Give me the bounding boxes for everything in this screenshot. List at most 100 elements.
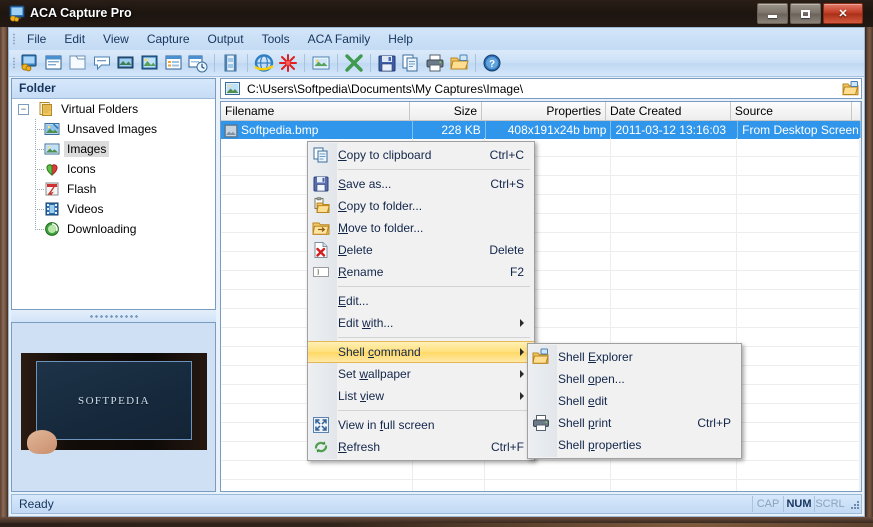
copy-icon[interactable]	[400, 52, 422, 74]
menu-item-set-wallpaper[interactable]: Set wallpaper	[308, 363, 534, 385]
column-header-filename[interactable]: Filename	[221, 102, 410, 120]
submenu-item-shell-edit[interactable]: Shell edit	[528, 390, 741, 412]
empty-cell	[737, 461, 860, 479]
softpedia-thumbnail[interactable]: SOFTPEDIA	[21, 353, 207, 454]
status-indicator-cap: CAP	[752, 496, 783, 512]
menu-item-edit[interactable]: Edit...	[308, 290, 534, 312]
empty-cell	[859, 328, 861, 346]
sidebar-item-images[interactable]: Images	[12, 139, 215, 159]
capture-region-icon[interactable]	[115, 52, 137, 74]
submenu-item-shell-print[interactable]: Shell print Ctrl+P	[528, 412, 741, 434]
menu-item-list-view[interactable]: List view	[308, 385, 534, 407]
menu-item-shell-command[interactable]: Shell command	[308, 341, 534, 363]
title-bar[interactable]: ACA Capture Pro ✕	[0, 0, 873, 27]
empty-cell	[737, 328, 860, 346]
empty-cell	[611, 214, 738, 232]
sidebar-item-unsaved-images[interactable]: Unsaved Images	[12, 119, 215, 139]
image-viewer-icon[interactable]	[310, 52, 332, 74]
empty-cell	[859, 442, 861, 460]
toolbar-separator	[370, 54, 371, 72]
menu-output[interactable]: Output	[199, 29, 253, 49]
menu-view[interactable]: View	[94, 29, 138, 49]
copy-to-folder-icon	[312, 197, 330, 215]
help-icon[interactable]: ?	[481, 52, 503, 74]
empty-cell	[221, 461, 413, 479]
print-icon[interactable]	[424, 52, 446, 74]
empty-cell	[737, 176, 860, 194]
menu-aca-family[interactable]: ACA Family	[299, 29, 380, 49]
window-frame-left	[0, 0, 8, 523]
folder-tree-panel: Folder − Virtual Folders Unsaved Images …	[11, 78, 216, 310]
empty-cell	[859, 233, 861, 251]
capture-flash-icon[interactable]	[277, 52, 299, 74]
empty-cell	[859, 271, 861, 289]
submenu-item-label: Shell open...	[558, 372, 625, 386]
menu-file[interactable]: File	[18, 29, 55, 49]
unsaved-images-icon	[44, 121, 60, 137]
downloading-icon	[44, 221, 60, 237]
menu-edit[interactable]: Edit	[55, 29, 94, 49]
capture-screen-icon[interactable]	[19, 52, 41, 74]
menu-item-refresh[interactable]: Refresh Ctrl+F	[308, 436, 534, 458]
table-row[interactable]: Softpedia.bmp 228 KB 408x191x24b bmp 201…	[221, 121, 861, 139]
sidebar-item-downloading[interactable]: Downloading	[12, 219, 215, 239]
status-message: Ready	[19, 497, 54, 511]
tree-connector	[30, 199, 44, 219]
capture-menu-icon[interactable]	[163, 52, 185, 74]
maximize-button[interactable]	[790, 3, 821, 24]
menu-item-rename[interactable]: I Rename F2	[308, 261, 534, 283]
submenu-item-shell-explorer[interactable]: Shell Explorer	[528, 346, 741, 368]
sidebar-item-videos[interactable]: Videos	[12, 199, 215, 219]
column-header-source[interactable]: Source	[731, 102, 852, 120]
tree-expander[interactable]: −	[18, 103, 29, 115]
sidebar-item-flash[interactable]: Flash	[12, 179, 215, 199]
capture-scheduled-icon[interactable]	[187, 52, 209, 74]
menu-item-accel: Delete	[489, 243, 524, 257]
panel-splitter[interactable]	[11, 310, 216, 322]
menu-gripper[interactable]	[9, 28, 18, 50]
address-bar[interactable]: C:\Users\Softpedia\Documents\My Captures…	[220, 78, 862, 99]
record-video-icon[interactable]	[220, 52, 242, 74]
empty-cell	[859, 366, 861, 384]
menu-help[interactable]: Help	[379, 29, 422, 49]
capture-fullscreen-icon[interactable]	[139, 52, 161, 74]
close-button[interactable]: ✕	[823, 3, 863, 24]
column-header-size[interactable]: Size	[410, 102, 483, 120]
capture-window-icon[interactable]	[43, 52, 65, 74]
close-all-icon[interactable]	[343, 52, 365, 74]
menu-item-delete[interactable]: Delete Delete	[308, 239, 534, 261]
menu-capture[interactable]: Capture	[138, 29, 199, 49]
column-header-properties[interactable]: Properties	[482, 102, 607, 120]
minimize-button[interactable]	[757, 3, 788, 24]
column-header-date-created[interactable]: Date Created	[606, 102, 731, 120]
capture-balloon-icon[interactable]	[91, 52, 113, 74]
menu-item-copy-to-folder[interactable]: Copy to folder...	[308, 195, 534, 217]
sidebar-item-icons[interactable]: Icons	[12, 159, 215, 179]
capture-object-icon[interactable]	[67, 52, 89, 74]
flash-icon	[44, 181, 60, 197]
sidebar-item-label: Downloading	[67, 222, 137, 236]
menu-item-edit-with[interactable]: Edit with...	[308, 312, 534, 334]
toolbar-separator	[337, 54, 338, 72]
menu-item-save-as[interactable]: Save as... Ctrl+S	[308, 173, 534, 195]
toolbar-gripper[interactable]	[9, 52, 18, 74]
resize-grip[interactable]	[845, 496, 861, 512]
menu-item-view-in-full-screen[interactable]: View in full screen	[308, 414, 534, 436]
open-folder-icon[interactable]	[839, 79, 861, 98]
submenu-item-shell-properties[interactable]: Shell properties	[528, 434, 741, 456]
empty-cell	[485, 461, 611, 479]
svg-text:?: ?	[489, 59, 495, 70]
empty-cell	[737, 290, 860, 308]
menu-item-label: Shell command	[338, 345, 421, 359]
submenu-item-shell-open[interactable]: Shell open...	[528, 368, 741, 390]
capture-web-page-icon[interactable]	[253, 52, 275, 74]
save-disk-icon	[312, 175, 330, 193]
tree-node-virtual-folders[interactable]: − Virtual Folders	[12, 99, 215, 119]
empty-cell	[611, 290, 738, 308]
open-folder-icon[interactable]	[448, 52, 470, 74]
empty-cell	[859, 480, 861, 491]
menu-item-copy-to-clipboard[interactable]: Copy to clipboard Ctrl+C	[308, 144, 534, 166]
save-icon[interactable]	[376, 52, 398, 74]
menu-item-move-to-folder[interactable]: Move to folder...	[308, 217, 534, 239]
menu-tools[interactable]: Tools	[253, 29, 299, 49]
